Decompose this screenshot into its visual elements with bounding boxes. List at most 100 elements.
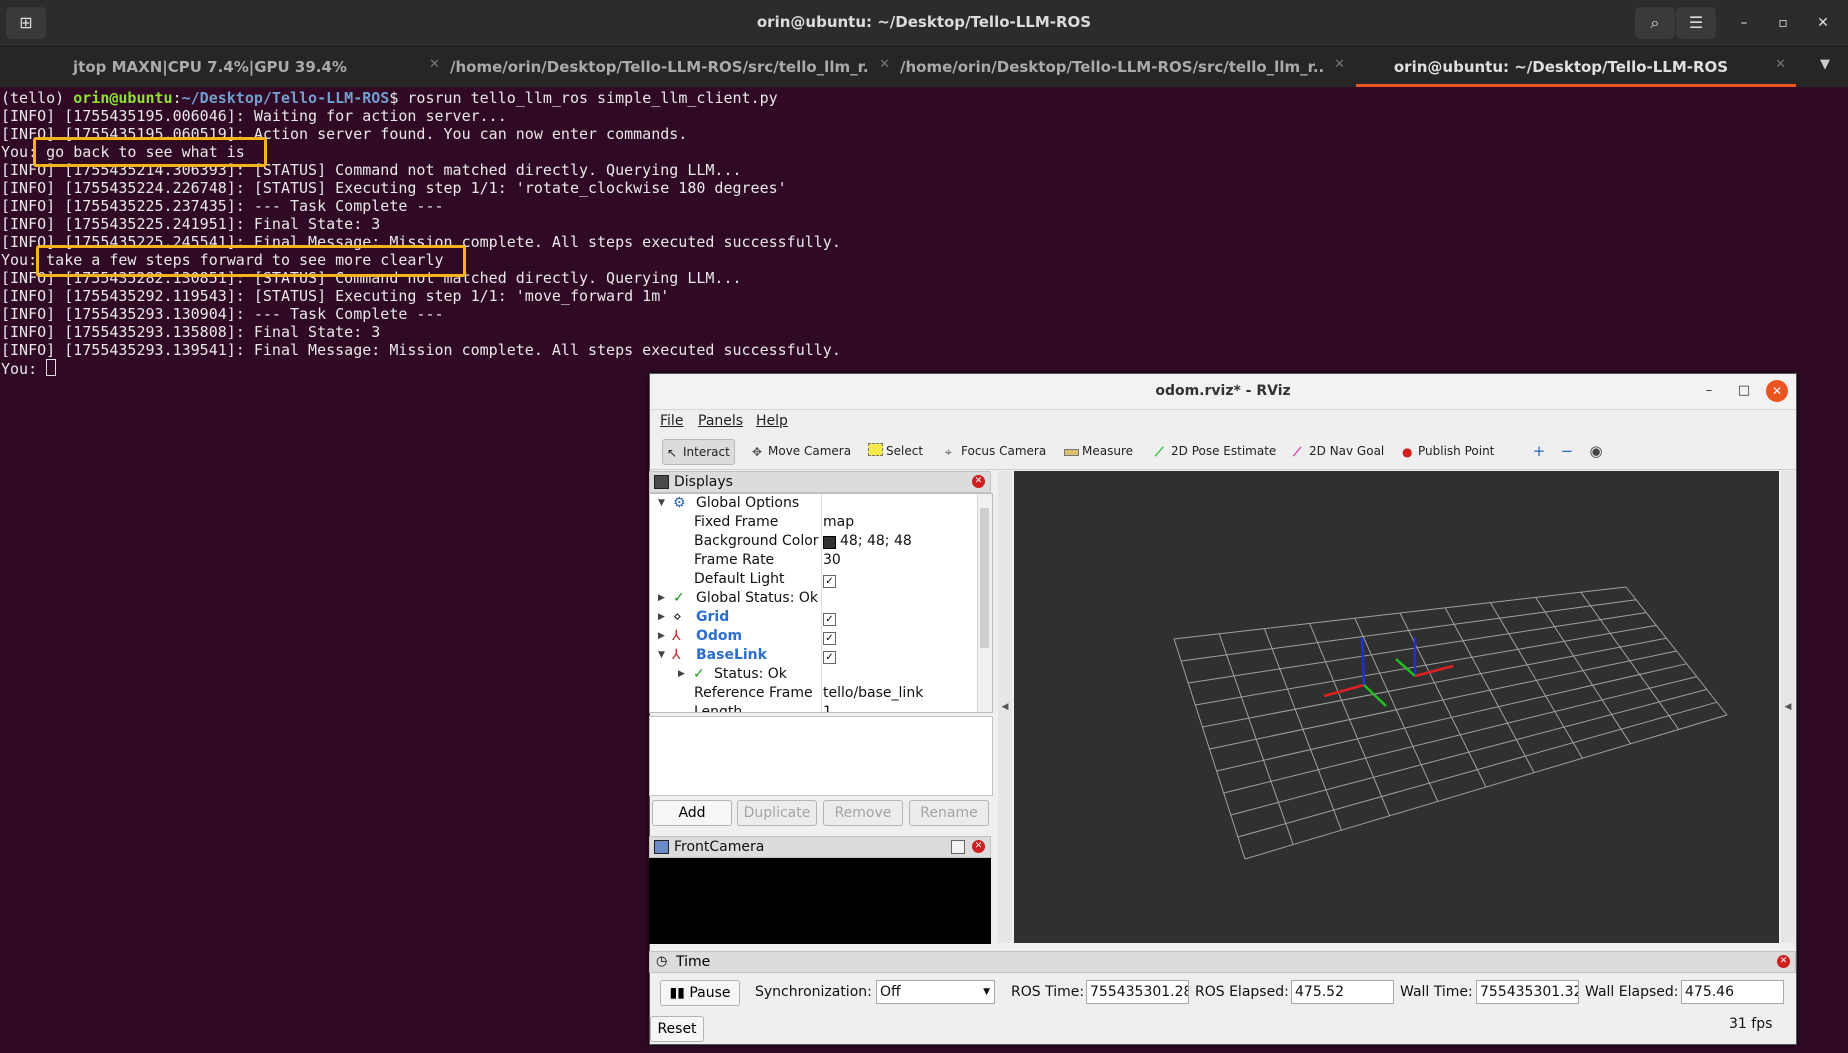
pause-label: Pause bbox=[689, 985, 731, 1001]
log-line: [INFO] [1755435293.139541]: Final Messag… bbox=[1, 341, 841, 359]
collapse-left-icon[interactable]: ◀ bbox=[998, 471, 1012, 943]
menu-panels[interactable]: Panels bbox=[698, 413, 743, 429]
rviz-close-icon[interactable]: ✕ bbox=[1766, 380, 1788, 402]
tool-measure[interactable]: Measure bbox=[1064, 439, 1133, 463]
pause-icon: ▮▮ bbox=[669, 985, 690, 1001]
rename-display-button[interactable]: Rename bbox=[909, 800, 989, 826]
prompt-path: ~/Desktop/Tello-LLM-ROS bbox=[181, 89, 390, 107]
tree-label: Background Color bbox=[694, 533, 819, 549]
tab-active-shell[interactable]: orin@ubuntu: ~/Desktop/Tello-LLM-ROS ✕ bbox=[1356, 47, 1796, 87]
tool-focus-camera[interactable]: ⌖ Focus Camera bbox=[945, 439, 1046, 463]
tool-2d-nav-goal[interactable]: ⟋ 2D Nav Goal bbox=[1293, 439, 1384, 463]
check-icon: ✓ bbox=[693, 666, 705, 682]
tree-row-background-color[interactable]: Background Color 48; 48; 48 bbox=[650, 532, 975, 551]
log-line: [INFO] [1755435293.135808]: Final State:… bbox=[1, 323, 381, 341]
tree-row-global-options[interactable]: ▼ ⚙ Global Options bbox=[650, 494, 975, 513]
duplicate-display-button[interactable]: Duplicate bbox=[737, 800, 817, 826]
tree-row-global-status[interactable]: ▶ ✓ Global Status: Ok bbox=[650, 589, 975, 608]
time-close-icon[interactable]: ✕ bbox=[1777, 955, 1790, 968]
collapse-right-icon[interactable]: ◀ bbox=[1781, 471, 1795, 943]
menu-icon[interactable]: ☰ bbox=[1676, 7, 1716, 39]
tool-interact[interactable]: ↖ Interact bbox=[662, 439, 735, 465]
menu-file[interactable]: File bbox=[660, 413, 683, 429]
tree-scrollbar[interactable] bbox=[977, 494, 992, 712]
front-camera-close-icon[interactable]: ✕ bbox=[972, 840, 985, 853]
menu-help[interactable]: Help bbox=[756, 413, 788, 429]
displays-close-icon[interactable]: ✕ bbox=[972, 475, 985, 488]
tree-label: Default Light bbox=[694, 571, 785, 587]
ruler-icon bbox=[1064, 449, 1079, 456]
add-tool-icon[interactable]: + bbox=[1528, 439, 1550, 463]
expand-arrow-icon[interactable]: ▶ bbox=[678, 665, 685, 684]
collapse-arrow-icon[interactable]: ▼ bbox=[658, 494, 665, 513]
input-prompt: You: bbox=[1, 360, 47, 378]
expand-arrow-icon[interactable]: ▶ bbox=[658, 608, 665, 627]
tool-select[interactable]: Select bbox=[868, 439, 923, 463]
terminal-titlebar: ⊞ orin@ubuntu: ~/Desktop/Tello-LLM-ROS ⌕… bbox=[0, 0, 1848, 47]
tree-row-length[interactable]: Length 1 bbox=[650, 703, 975, 712]
tree-value[interactable]: map bbox=[823, 513, 854, 532]
sync-select[interactable]: Off ▼ bbox=[876, 980, 995, 1004]
tree-row-frame-rate[interactable]: Frame Rate 30 bbox=[650, 551, 975, 570]
ros-elapsed-field[interactable]: 475.52 bbox=[1291, 980, 1394, 1004]
tree-row-default-light[interactable]: Default Light ✓ bbox=[650, 570, 975, 589]
tab-close-icon[interactable]: ✕ bbox=[1334, 57, 1345, 72]
tree-value[interactable]: 30 bbox=[823, 551, 841, 570]
tab-jtop[interactable]: jtop MAXN|CPU 7.4%|GPU 39.4% ✕ bbox=[0, 47, 450, 87]
close-icon[interactable]: ✕ bbox=[1808, 8, 1838, 38]
tree-value[interactable]: 1 bbox=[823, 703, 832, 712]
checkbox[interactable]: ✓ bbox=[823, 646, 836, 665]
tool-move-camera[interactable]: ✥ Move Camera bbox=[752, 439, 851, 463]
expand-arrow-icon[interactable]: ▶ bbox=[658, 627, 665, 646]
reset-button[interactable]: Reset bbox=[650, 1016, 704, 1042]
tab-close-icon[interactable]: ✕ bbox=[879, 57, 890, 72]
maximize-icon[interactable]: ▫ bbox=[1768, 8, 1798, 38]
float-panel-icon[interactable] bbox=[951, 840, 965, 854]
prompt-env: (tello) bbox=[1, 89, 74, 107]
pause-button[interactable]: ▮▮ Pause bbox=[660, 980, 740, 1006]
collapse-arrow-icon[interactable]: ▼ bbox=[658, 646, 665, 665]
clock-icon: ◷ bbox=[656, 954, 668, 969]
rviz-maximize-icon[interactable]: □ bbox=[1733, 380, 1755, 402]
3d-viewport[interactable] bbox=[1014, 471, 1779, 943]
minimize-icon[interactable]: – bbox=[1729, 8, 1759, 38]
remove-tool-icon[interactable]: − bbox=[1556, 439, 1578, 463]
tool-publish-point[interactable]: ● Publish Point bbox=[1402, 439, 1494, 463]
tab-close-icon[interactable]: ✕ bbox=[429, 57, 440, 72]
wall-elapsed-field[interactable]: 475.46 bbox=[1681, 980, 1784, 1004]
tab-path-2[interactable]: /home/orin/Desktop/Tello-LLM-ROS/src/tel… bbox=[900, 47, 1355, 87]
tree-row-grid[interactable]: ▶ ⋄ Grid ✓ bbox=[650, 608, 975, 627]
tab-path-1[interactable]: /home/orin/Desktop/Tello-LLM-ROS/src/tel… bbox=[450, 47, 900, 87]
add-display-button[interactable]: Add bbox=[652, 800, 732, 826]
log-line: [INFO] [1755435292.119543]: [STATUS] Exe… bbox=[1, 287, 670, 305]
tool-label: Measure bbox=[1082, 444, 1133, 458]
tree-row-reference-frame[interactable]: Reference Frame tello/base_link bbox=[650, 684, 975, 703]
input-prompt-line[interactable]: You: bbox=[1, 359, 57, 378]
tool-label: Publish Point bbox=[1418, 444, 1495, 458]
tree-row-status-ok[interactable]: ▶ ✓ Status: Ok bbox=[650, 665, 975, 684]
eye-icon[interactable]: ◉ bbox=[1585, 439, 1607, 463]
tree-row-baselink[interactable]: ▼ ⅄ BaseLink ✓ bbox=[650, 646, 975, 665]
tree-label: Fixed Frame bbox=[694, 514, 779, 530]
rviz-minimize-icon[interactable]: – bbox=[1698, 380, 1720, 402]
terminal-tab-bar: jtop MAXN|CPU 7.4%|GPU 39.4% ✕ /home/ori… bbox=[0, 47, 1848, 87]
remove-display-button[interactable]: Remove bbox=[823, 800, 903, 826]
tabs-dropdown-icon[interactable]: ▼ bbox=[1820, 57, 1830, 72]
ros-time-field[interactable]: 755435301.28 bbox=[1086, 980, 1189, 1004]
expand-arrow-icon[interactable]: ▶ bbox=[658, 589, 665, 608]
tree-row-fixed-frame[interactable]: Fixed Frame map bbox=[650, 513, 975, 532]
checkbox[interactable]: ✓ bbox=[823, 627, 836, 646]
color-swatch[interactable] bbox=[823, 536, 836, 549]
tool-2d-pose-estimate[interactable]: ⟋ 2D Pose Estimate bbox=[1155, 439, 1276, 463]
tree-row-odom[interactable]: ▶ ⅄ Odom ✓ bbox=[650, 627, 975, 646]
search-icon[interactable]: ⌕ bbox=[1635, 7, 1675, 39]
checkbox[interactable]: ✓ bbox=[823, 570, 836, 589]
tree-value[interactable]: tello/base_link bbox=[823, 684, 923, 703]
scrollbar-thumb[interactable] bbox=[980, 508, 989, 648]
tree-label: Reference Frame bbox=[694, 685, 813, 701]
tree-value[interactable]: 48; 48; 48 bbox=[840, 532, 912, 551]
tab-close-icon[interactable]: ✕ bbox=[1775, 57, 1786, 72]
checkbox[interactable]: ✓ bbox=[823, 608, 836, 627]
wall-time-field[interactable]: 755435301.32 bbox=[1476, 980, 1579, 1004]
cursor-icon: ↖ bbox=[667, 446, 678, 460]
